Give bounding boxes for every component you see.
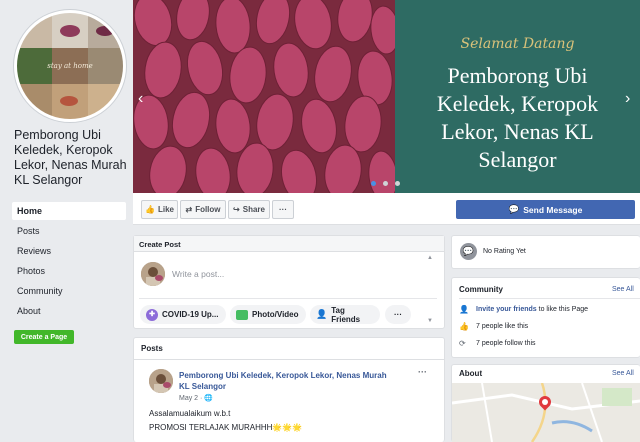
invite-row[interactable]: Invite your friends to like this Page [476, 306, 588, 313]
follow-icon: ⟳ [459, 339, 466, 348]
rating-icon: 💬 [460, 243, 477, 260]
sidebar-item-community[interactable]: Community [12, 282, 126, 300]
more-options-label: ··· [394, 310, 402, 319]
covid-label: COVID-19 Up... [162, 310, 219, 319]
carousel-dot[interactable] [371, 181, 376, 186]
avatar [149, 369, 173, 393]
photo-icon [236, 309, 248, 320]
scroll-down-icon[interactable]: ▼ [427, 318, 433, 324]
profile-picture[interactable]: stay at home [14, 10, 126, 122]
post-text-line: Assalamualaikum w.b.t [149, 409, 231, 418]
post-date[interactable]: May 2 · 🌐 [179, 394, 213, 402]
post-text-line: PROMOSI TERLAJAK MURAHHH🌟🌟🌟 [149, 423, 303, 432]
invite-icon: 👤 [459, 305, 469, 314]
invite-rest-text: to like this Page [536, 306, 589, 313]
photo-video-button[interactable]: Photo/Video [230, 305, 306, 324]
post-author-link[interactable]: Pemborong Ubi Keledek, Keropok Lekor, Ne… [179, 370, 414, 392]
invite-link[interactable]: Invite your friends [476, 306, 537, 313]
sidebar-item-label: About [17, 306, 41, 316]
more-options-button[interactable]: ··· [385, 305, 411, 324]
create-page-label: Create a Page [20, 333, 68, 341]
like-button[interactable]: 👍 Like [141, 200, 178, 219]
share-label: Share [242, 205, 265, 214]
rating-text: No Rating Yet [483, 248, 526, 255]
post-author-line[interactable]: KL Selangor [179, 381, 414, 392]
page-root: stay at home Pemborong Ubi Keledek, Kero… [0, 0, 640, 442]
like-label: Like [157, 205, 174, 214]
post-more-button[interactable]: ··· [418, 367, 427, 377]
sidebar-item-about[interactable]: About [12, 302, 126, 320]
thumbs-up-icon: 👍 [145, 205, 155, 214]
sidebar-item-label: Home [17, 206, 43, 216]
likes-count[interactable]: 7 people like this [476, 323, 528, 330]
covid-icon: ✚ [146, 308, 158, 321]
follow-icon: ⇄ [185, 205, 193, 214]
covid-update-button[interactable]: ✚ COVID-19 Up... [140, 305, 226, 324]
tag-friends-button[interactable]: 👤 Tag Friends [310, 305, 380, 324]
scroll-up-icon[interactable]: ▲ [427, 255, 435, 261]
create-page-button[interactable]: Create a Page [14, 330, 74, 344]
community-see-all-link[interactable]: See All [612, 286, 634, 293]
page-name-sidebar[interactable]: Pemborong Ubi Keledek, Keropok Lekor, Ne… [14, 128, 130, 188]
follows-count[interactable]: 7 people follow this [476, 340, 536, 347]
posts-title: Posts [141, 344, 163, 353]
divider [459, 298, 640, 299]
messenger-icon: 💬 [508, 204, 520, 214]
share-button[interactable]: ↪ Share [228, 200, 270, 219]
cover-headline: Pemborong Ubi Keledek, Keropok Lekor, Ne… [395, 62, 640, 174]
about-title[interactable]: About [459, 369, 482, 378]
cover-headline-line: Keledek, Keropok [436, 91, 599, 116]
post-date-text[interactable]: May 2 · [179, 395, 204, 402]
carousel-dot[interactable] [395, 181, 400, 186]
chevron-left-icon[interactable]: ‹ [138, 90, 143, 108]
carousel-dot[interactable] [383, 181, 388, 186]
cover-headline-line: Selangor [478, 147, 557, 172]
follow-button[interactable]: ⇄ Follow [180, 200, 226, 219]
sidebar-item-photos[interactable]: Photos [12, 262, 126, 280]
avatar-image [141, 262, 165, 286]
about-see-all-link[interactable]: See All [612, 370, 634, 377]
sidebar-item-label: Posts [17, 226, 40, 236]
follow-label: Follow [195, 205, 221, 214]
tag-friends-icon: 👤 [316, 309, 328, 319]
post-input[interactable]: Write a post... [172, 269, 432, 279]
sidebar-item-label: Photos [17, 266, 46, 276]
sidebar-item-reviews[interactable]: Reviews [12, 242, 126, 260]
post-author-line[interactable]: Pemborong Ubi Keledek, Keropok Lekor, Ne… [179, 370, 414, 381]
rating-card [451, 235, 640, 269]
page-name-text[interactable]: Pemborong Ubi Keledek, Keropok Lekor, Ne… [14, 128, 127, 187]
send-message-label: Send Message [523, 204, 583, 215]
globe-icon: 🌐 [204, 395, 214, 402]
avatar-image [149, 369, 173, 393]
divider [134, 359, 444, 360]
divider [139, 298, 437, 299]
tag-friends-label: Tag Friends [331, 305, 361, 324]
thumbs-up-icon: 👍 [459, 322, 469, 331]
sweet-potato-image [133, 0, 395, 193]
avatar [141, 262, 165, 286]
sidebar-item-label: Reviews [17, 246, 52, 256]
profile-collage-image: stay at home [17, 13, 123, 119]
photo-label: Photo/Video [252, 310, 299, 319]
map-image [452, 383, 640, 442]
more-actions-button[interactable]: ··· [272, 200, 294, 219]
more-label: ··· [279, 205, 287, 214]
sidebar-item-posts[interactable]: Posts [12, 222, 126, 240]
community-title[interactable]: Community [459, 285, 503, 294]
chevron-right-icon[interactable]: › [625, 90, 630, 108]
svg-text:stay at home: stay at home [47, 62, 92, 70]
cover-photo[interactable]: Selamat Datang Pemborong Ubi Keledek, Ke… [133, 0, 640, 193]
cover-headline-line: Lekor, Nenas KL [441, 119, 594, 144]
cover-headline-line: Pemborong Ubi [447, 63, 588, 88]
sidebar-item-label: Community [17, 286, 63, 296]
share-icon: ↪ [233, 205, 240, 214]
location-map[interactable] [452, 383, 640, 442]
scrollbar[interactable]: ▲ ▼ [427, 255, 435, 327]
cover-greeting: Selamat Datang [460, 36, 575, 52]
create-post-title: Create Post [139, 240, 181, 249]
send-message-button[interactable]: 💬 Send Message [456, 200, 635, 219]
sidebar-item-home[interactable]: Home [12, 202, 126, 220]
